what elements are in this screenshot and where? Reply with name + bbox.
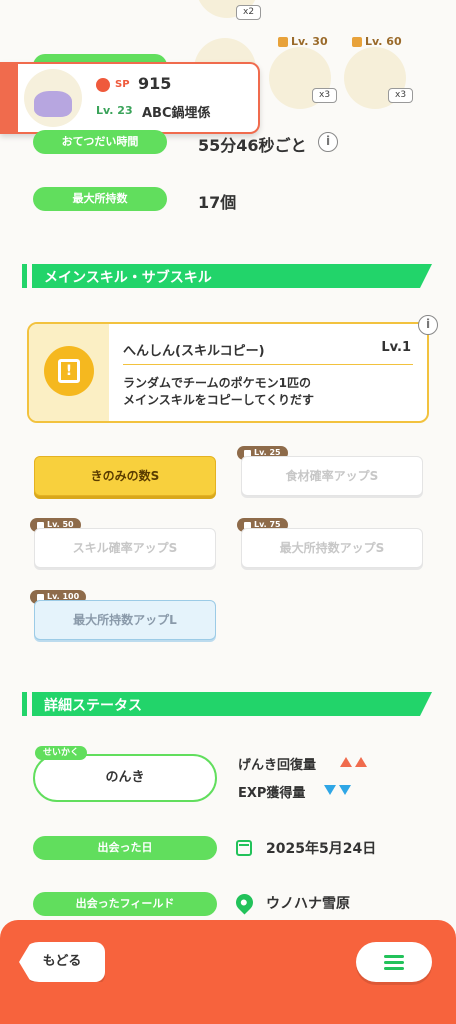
section-title: 詳細ステータス bbox=[44, 698, 142, 714]
max-carry-value: 17個 bbox=[198, 193, 237, 212]
info-icon[interactable]: i bbox=[318, 132, 338, 152]
pokemon-nickname: ABC鍋埋係 bbox=[142, 106, 211, 121]
energy-recovery-label: げんき回復量 bbox=[238, 758, 317, 773]
pokeball-icon bbox=[96, 78, 110, 92]
ditto-sprite bbox=[34, 91, 72, 117]
sp-value: 915 bbox=[138, 74, 172, 93]
pokemon-level: Lv. 23 bbox=[96, 104, 133, 117]
location-pin-icon bbox=[232, 890, 257, 915]
subskill-button-1[interactable]: きのみの数S bbox=[34, 456, 216, 496]
nature-tag: せいかく bbox=[35, 746, 88, 760]
nature-box[interactable]: のんき bbox=[33, 754, 217, 802]
help-time-label: おてつだい時間 bbox=[33, 130, 167, 154]
subskill-button-4[interactable]: 最大所持数アップS bbox=[241, 528, 423, 568]
menu-button[interactable] bbox=[356, 942, 432, 982]
skills-section-header: メインスキル・サブスキル bbox=[22, 264, 432, 288]
hamburger-icon bbox=[384, 955, 404, 958]
item-level-tag-3: Lv. 60 bbox=[352, 35, 402, 48]
calendar-icon bbox=[236, 840, 252, 856]
up-arrow-icon bbox=[355, 757, 367, 767]
details-section-header: 詳細ステータス bbox=[22, 692, 432, 716]
lock-icon bbox=[352, 36, 362, 47]
subskill-button-2[interactable]: 食材確率アップS bbox=[241, 456, 423, 496]
item-level-tag-2: Lv. 30 bbox=[278, 35, 328, 48]
main-skill-description: ランダムでチームのポケモン1匹の メインスキルをコピーしてくりだす bbox=[123, 376, 315, 407]
item-count-3: x3 bbox=[388, 88, 414, 103]
main-skill-level: Lv.1 bbox=[381, 340, 411, 355]
down-arrow-icon bbox=[339, 785, 351, 795]
max-carry-label: 最大所持数 bbox=[33, 187, 167, 211]
subskill-button-3[interactable]: スキル確率アップS bbox=[34, 528, 216, 568]
skill-info-icon[interactable]: i bbox=[418, 315, 438, 335]
lock-icon bbox=[278, 36, 288, 47]
item-count-1: x2 bbox=[236, 5, 262, 20]
pokemon-avatar bbox=[24, 69, 82, 127]
up-arrow-icon bbox=[340, 757, 352, 767]
met-date-label: 出会った日 bbox=[33, 836, 217, 860]
sp-label: SP bbox=[115, 79, 130, 90]
met-field-label: 出会ったフィールド bbox=[33, 892, 217, 916]
skill-copy-icon: ! bbox=[44, 346, 94, 396]
help-time-value: 55分46秒ごと bbox=[198, 136, 307, 155]
back-button[interactable]: もどる bbox=[19, 942, 105, 982]
item-count-2: x3 bbox=[312, 88, 338, 103]
exp-gain-label: EXP獲得量 bbox=[238, 786, 306, 801]
main-skill-card[interactable]: ! へんしん(スキルコピー) Lv.1 ランダムでチームのポケモン1匹の メイン… bbox=[27, 322, 429, 423]
subskill-button-5[interactable]: 最大所持数アップL bbox=[34, 600, 216, 640]
main-skill-name: へんしん(スキルコピー) bbox=[123, 344, 265, 359]
met-date-value: 2025年5月24日 bbox=[266, 841, 377, 857]
section-title: メインスキル・サブスキル bbox=[44, 270, 212, 286]
met-field-value: ウノハナ雪原 bbox=[266, 896, 350, 912]
down-arrow-icon bbox=[324, 785, 336, 795]
pokemon-profile-card[interactable]: SP 915 Lv. 23 ABC鍋埋係 bbox=[0, 62, 260, 134]
